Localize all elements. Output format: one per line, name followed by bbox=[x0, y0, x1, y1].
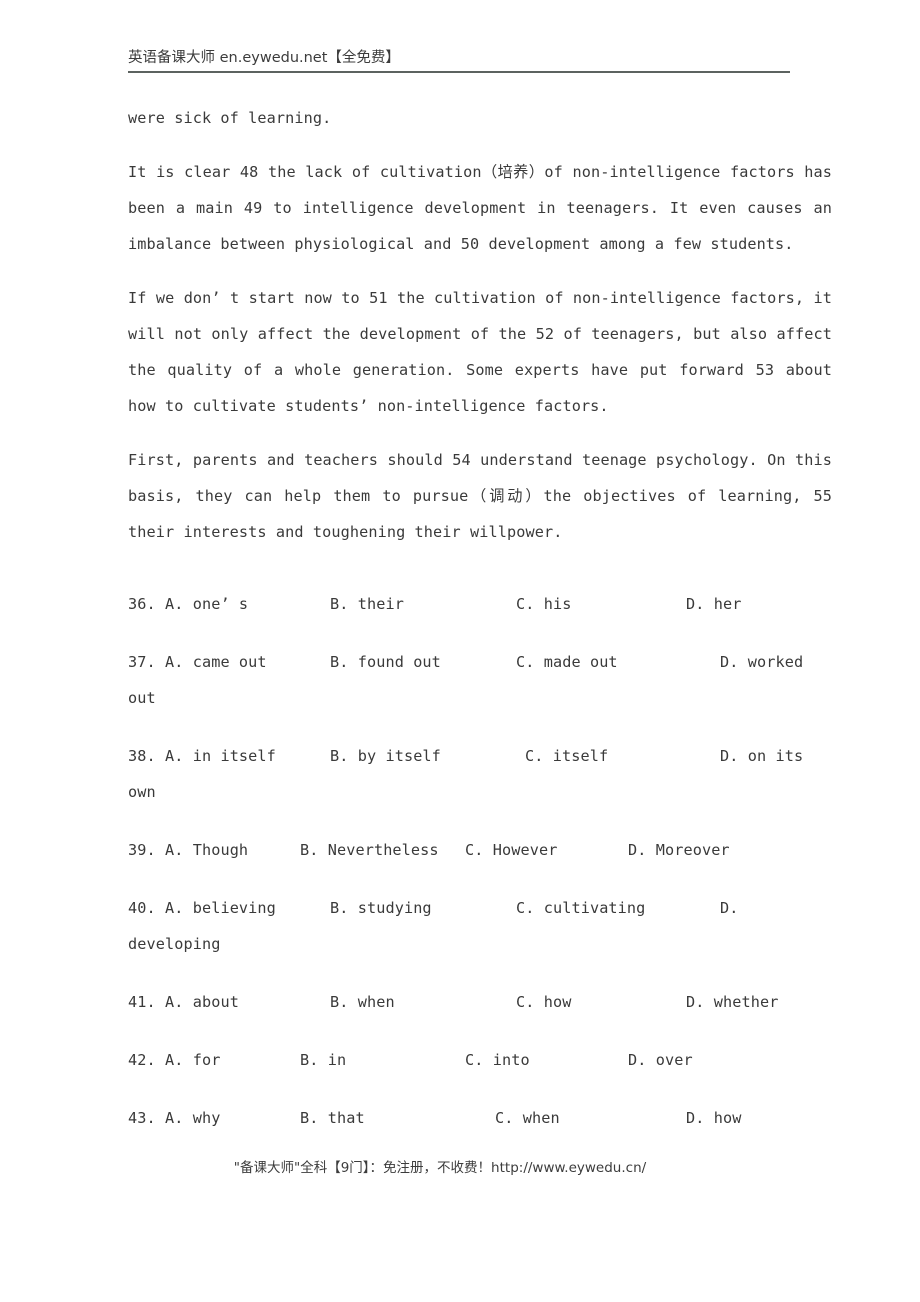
answer-option[interactable]: C. However bbox=[465, 832, 557, 868]
page-header: 英语备课大师 en.eywedu.net【全免费】 bbox=[128, 48, 790, 73]
answer-option[interactable]: C. when bbox=[495, 1100, 560, 1136]
answer-option[interactable]: 36. A. one’ s bbox=[128, 586, 248, 622]
answer-option-continuation[interactable]: developing bbox=[128, 926, 220, 962]
question-row: 43. A. why B. that C. when D. how bbox=[128, 1100, 840, 1158]
question-number: 39. bbox=[128, 841, 165, 859]
answer-option[interactable]: D. Moreover bbox=[628, 832, 730, 868]
answer-option-label: A. about bbox=[164, 993, 239, 1011]
answer-option[interactable]: B. their bbox=[330, 586, 404, 622]
answer-option-label: A. believing bbox=[164, 899, 276, 917]
question-row: 38. A. in itself B. by itself C. itself D. … bbox=[128, 738, 840, 832]
answer-option[interactable]: B. in bbox=[300, 1042, 346, 1078]
answer-option-label: A. one’ s bbox=[164, 595, 249, 613]
question-row: 42. A. for B. in C. into D. over bbox=[128, 1042, 840, 1100]
answer-option[interactable]: 40. A. believing bbox=[128, 890, 276, 926]
question-row: 37. A. came out B. found out C. made out D.… bbox=[128, 644, 840, 738]
question-number: 40. bbox=[128, 899, 165, 917]
answer-option-label: A. for bbox=[164, 1051, 221, 1069]
question-row: 41. A. about B. when C. how D. whether bbox=[128, 984, 840, 1042]
passage-paragraph-48-50: It is clear 48 the lack of cultivation（培… bbox=[128, 163, 832, 253]
passage-paragraph-51-53: If we don’ t start now to 51 the cultiva… bbox=[128, 289, 832, 415]
question-number: 37. bbox=[128, 653, 165, 671]
page-footer: "备课大师"全科【9门】：免注册，不收费！http://www.eywedu.c… bbox=[0, 1156, 920, 1176]
answer-option-label: A. in itself bbox=[164, 747, 276, 765]
answer-option[interactable]: D. on its bbox=[720, 738, 803, 774]
answer-option[interactable]: B. when bbox=[330, 984, 395, 1020]
answer-option[interactable]: 39. A. Though bbox=[128, 832, 248, 868]
answer-option[interactable]: D. her bbox=[686, 586, 741, 622]
passage-paragraph-54-55: First, parents and teachers should 54 un… bbox=[128, 451, 832, 541]
site-branding-text: 英语备课大师 en.eywedu.net【全免费】 bbox=[128, 50, 400, 66]
answer-option[interactable]: 38. A. in itself bbox=[128, 738, 276, 774]
question-number: 41. bbox=[128, 993, 165, 1011]
question-row: 36. A. one’ s B. their C. his D. her bbox=[128, 586, 840, 644]
answer-option[interactable]: D. how bbox=[686, 1100, 741, 1136]
answer-option[interactable]: 43. A. why bbox=[128, 1100, 220, 1136]
answer-option[interactable]: D. whether bbox=[686, 984, 778, 1020]
question-row: 40. A. believing B. studying C. cultivatin… bbox=[128, 890, 840, 984]
document-page: 英语备课大师 en.eywedu.net【全免费】 were sick of l… bbox=[0, 0, 920, 1302]
answer-option[interactable]: C. cultivating bbox=[516, 890, 645, 926]
answer-option[interactable]: 41. A. about bbox=[128, 984, 239, 1020]
question-row: 39. A. Though B. Nevertheless C. However D.… bbox=[128, 832, 840, 890]
question-list: 36. A. one’ s B. their C. his D. her 37. A. … bbox=[128, 586, 840, 1158]
answer-option[interactable]: C. his bbox=[516, 586, 571, 622]
answer-option[interactable]: D. bbox=[720, 890, 739, 926]
answer-option[interactable]: C. itself bbox=[525, 738, 608, 774]
answer-option-continuation[interactable]: out bbox=[128, 680, 156, 716]
answer-option[interactable]: C. made out bbox=[516, 644, 618, 680]
passage-paragraph-fragment: were sick of learning. bbox=[128, 109, 332, 127]
answer-option[interactable]: B. by itself bbox=[330, 738, 441, 774]
question-number: 36. bbox=[128, 595, 165, 613]
answer-option-label: A. came out bbox=[164, 653, 267, 671]
passage-body: were sick of learning. It is clear 48 th… bbox=[128, 100, 832, 550]
answer-option[interactable]: B. that bbox=[300, 1100, 365, 1136]
answer-option[interactable]: B. found out bbox=[330, 644, 441, 680]
answer-option-continuation[interactable]: own bbox=[128, 774, 156, 810]
footer-promo-text: "备课大师"全科【9门】：免注册，不收费！http://www.eywedu.c… bbox=[233, 1160, 647, 1176]
answer-option[interactable]: B. Nevertheless bbox=[300, 832, 439, 868]
answer-option[interactable]: B. studying bbox=[330, 890, 432, 926]
answer-option[interactable]: 37. A. came out bbox=[128, 644, 267, 680]
answer-option[interactable]: C. how bbox=[516, 984, 571, 1020]
question-number: 42. bbox=[128, 1051, 165, 1069]
answer-option[interactable]: D. over bbox=[628, 1042, 693, 1078]
answer-option[interactable]: 42. A. for bbox=[128, 1042, 220, 1078]
answer-option[interactable]: D. worked bbox=[720, 644, 803, 680]
answer-option-label: A. Though bbox=[164, 841, 249, 859]
question-number: 43. bbox=[128, 1109, 165, 1127]
answer-option[interactable]: C. into bbox=[465, 1042, 530, 1078]
header-divider bbox=[128, 71, 790, 73]
question-number: 38. bbox=[128, 747, 165, 765]
answer-option-label: A. why bbox=[164, 1109, 221, 1127]
